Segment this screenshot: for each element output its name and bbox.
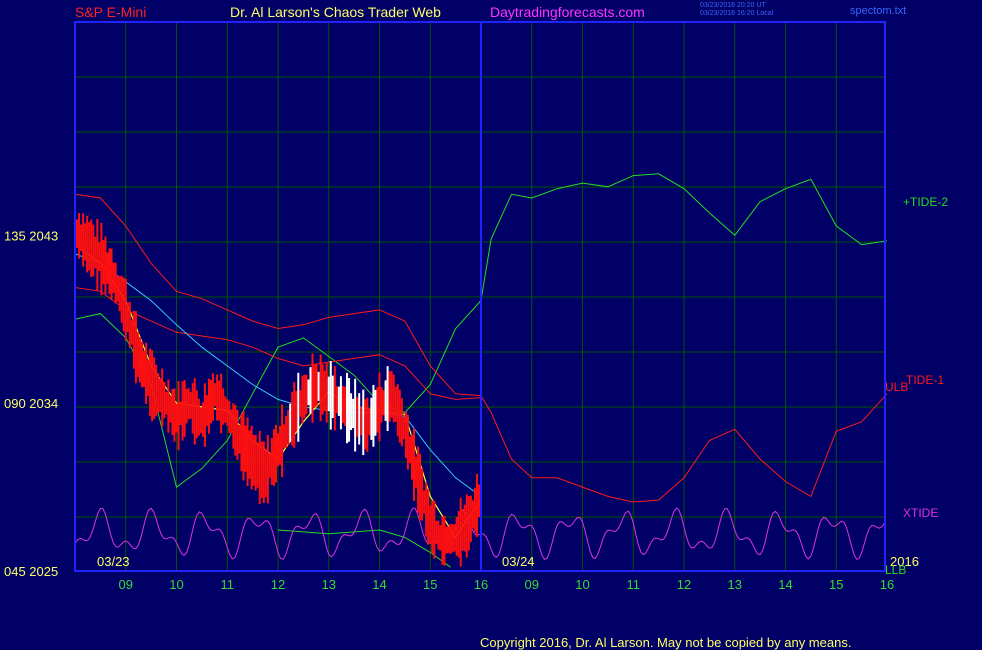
copyright: Copyright 2016, Dr. Al Larson. May not b… <box>480 635 852 650</box>
x-tick-label: 10 <box>575 577 589 592</box>
chart-stage: S&P E-Mini Dr. Al Larson's Chaos Trader … <box>0 0 982 650</box>
x-tick-label: 16 <box>880 577 894 592</box>
x-tick-label: 16 <box>474 577 488 592</box>
x-tick-label: 09 <box>119 577 133 592</box>
series-end-label: TIDE-1 <box>906 373 944 387</box>
x-tick-label: 11 <box>627 577 641 592</box>
series-end-label: +TIDE-2 <box>903 195 948 209</box>
x-tick-label: 13 <box>728 577 742 592</box>
x-tick-label: 15 <box>829 577 843 592</box>
y-tick-label: 090 2034 <box>4 396 58 411</box>
x-tick-label: 10 <box>169 577 183 592</box>
x-tick-label: 13 <box>322 577 336 592</box>
x-tick-label: 11 <box>221 577 235 592</box>
x-tick-label: 14 <box>372 577 386 592</box>
series-end-label: XTIDE <box>903 506 938 520</box>
chart-svg: 135 2043 090 2034 045 2025 09 10 11 12 13 14 15 16… <box>4 21 948 592</box>
x-tick-label: 09 <box>525 577 539 592</box>
x-tick-label: 12 <box>271 577 285 592</box>
series-llb-line <box>277 529 451 568</box>
day-label: 03/23 <box>97 554 130 569</box>
series-end-label: LLB <box>885 563 906 577</box>
y-tick-label: 045 2025 <box>4 564 58 579</box>
y-tick-label: 135 2043 <box>4 228 58 243</box>
day-label: 03/24 <box>502 554 535 569</box>
x-tick-label: 14 <box>778 577 792 592</box>
x-tick-label: 12 <box>677 577 691 592</box>
series-end-label: ULB <box>885 380 908 394</box>
x-tick-label: 15 <box>423 577 437 592</box>
